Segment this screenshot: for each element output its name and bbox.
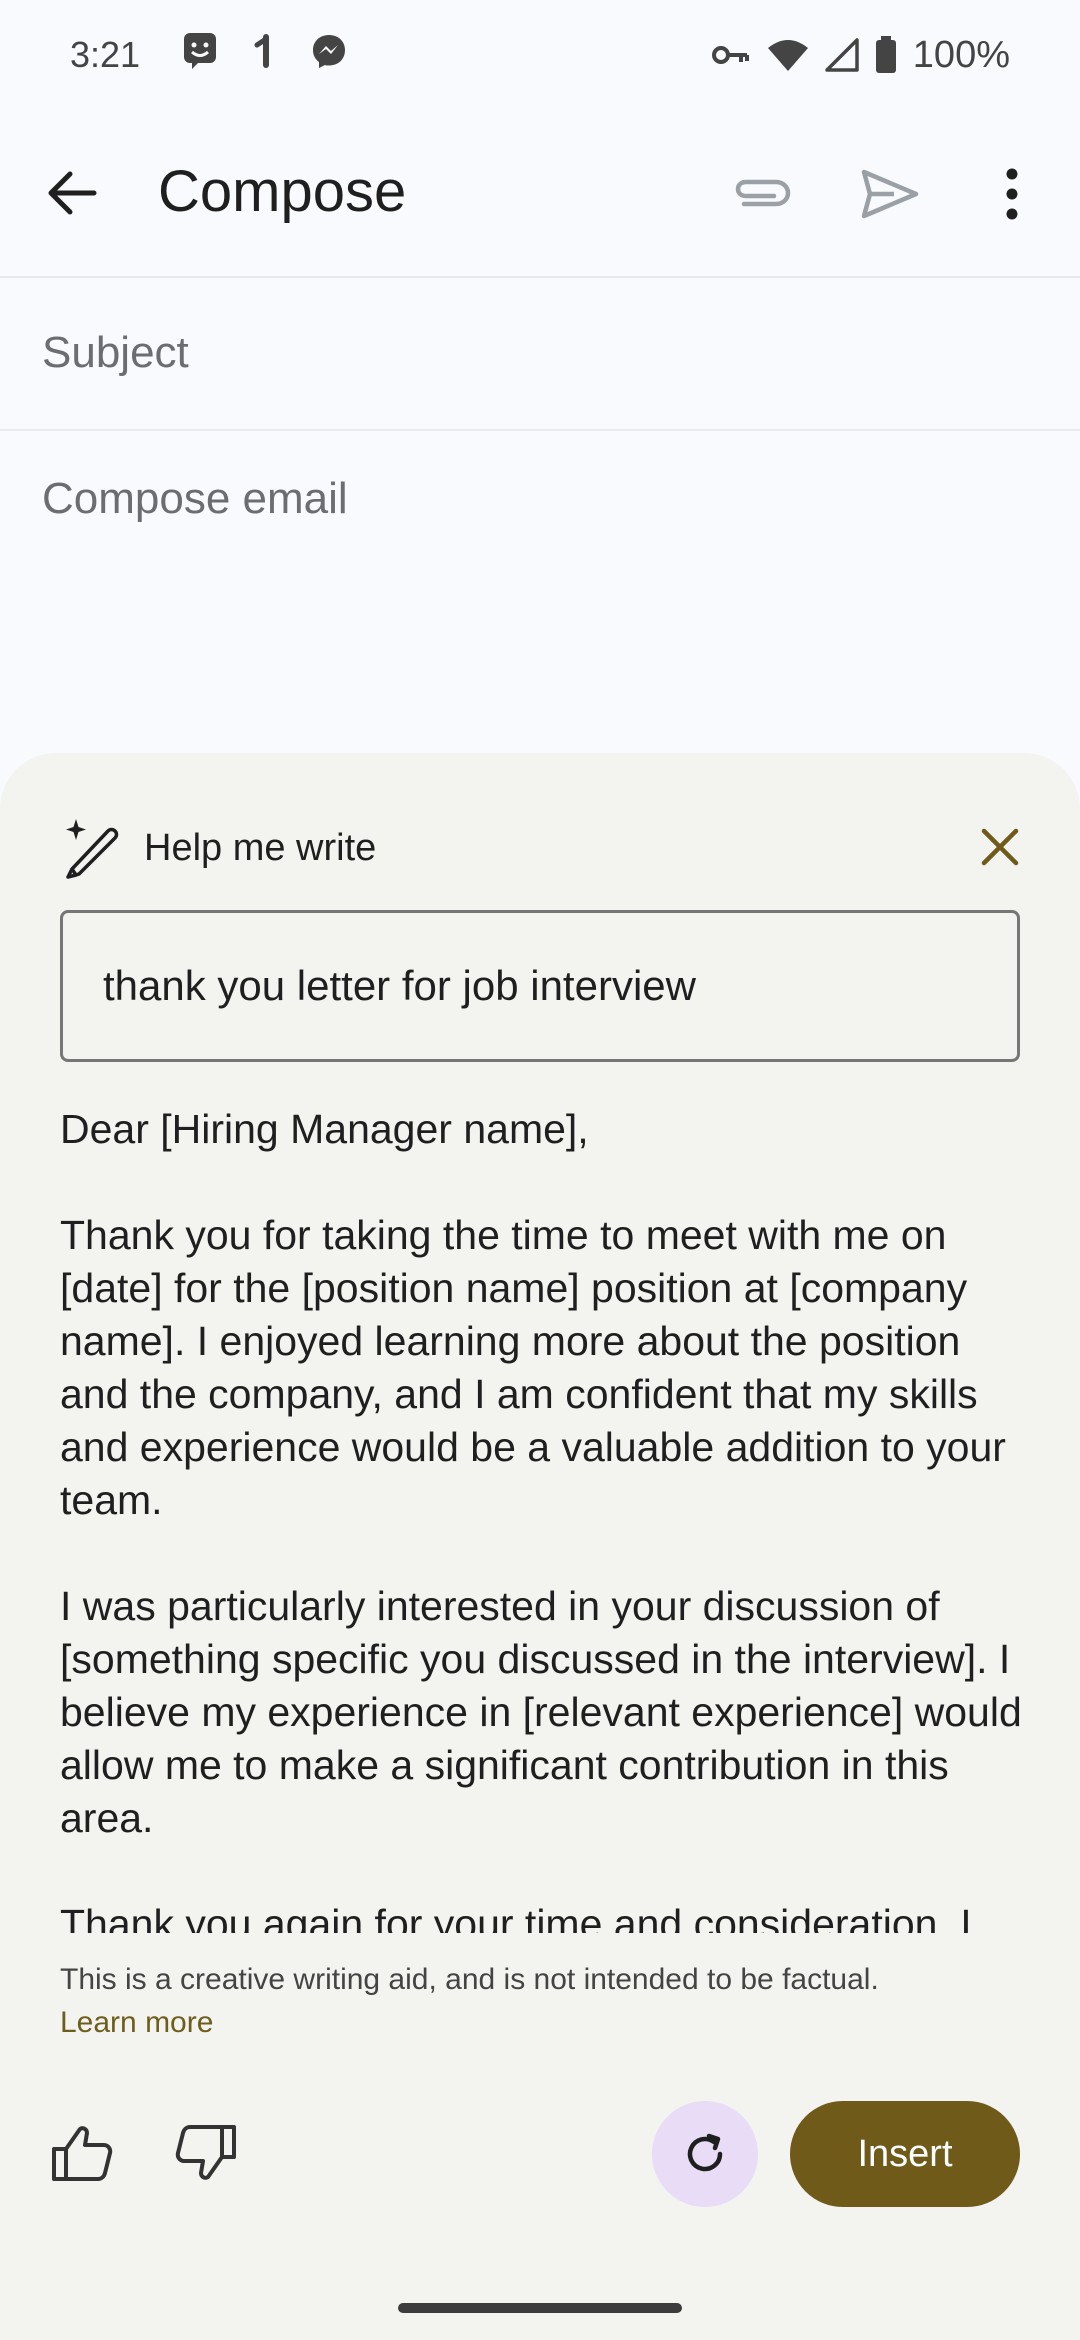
chat-app-icon xyxy=(182,31,218,80)
app-bar: Compose xyxy=(0,110,1080,276)
draft-text: Dear [Hiring Manager name], Thank you fo… xyxy=(60,1103,1030,1933)
learn-more-link[interactable]: Learn more xyxy=(60,2006,213,2040)
compose-body-input[interactable]: Compose email xyxy=(42,474,348,524)
insert-button[interactable]: Insert xyxy=(790,2101,1020,2207)
more-options-button[interactable] xyxy=(992,162,1032,226)
thumb-down-icon xyxy=(175,2125,236,2180)
help-me-write-sheet: Help me write thank you letter for job i… xyxy=(0,753,1080,2340)
send-button[interactable] xyxy=(858,162,922,226)
disclaimer-text: This is a creative writing aid, and is n… xyxy=(60,1963,879,1996)
status-bar: 3:21 100% xyxy=(0,0,1080,110)
sheet-title: Help me write xyxy=(144,826,377,869)
subject-input[interactable]: Subject xyxy=(42,328,189,378)
pen-sparkle-icon xyxy=(66,819,119,879)
home-indicator[interactable] xyxy=(398,2303,682,2313)
page-title: Compose xyxy=(158,159,407,224)
back-button[interactable] xyxy=(44,165,100,221)
sheet-header: Help me write xyxy=(60,813,376,883)
wifi-icon xyxy=(767,38,809,72)
refresh-icon xyxy=(687,2133,723,2172)
cell-signal-icon xyxy=(825,38,859,72)
notification-icon xyxy=(252,33,276,78)
thumb-down-button[interactable] xyxy=(174,2121,238,2185)
divider xyxy=(0,276,1080,278)
send-icon xyxy=(861,169,919,219)
draft-paragraph: Thank you again for your time and consid… xyxy=(60,1901,972,1933)
more-vert-icon xyxy=(1006,168,1018,220)
close-icon xyxy=(981,828,1019,866)
close-button[interactable] xyxy=(978,825,1022,869)
draft-paragraph: Thank you for taking the time to meet wi… xyxy=(60,1212,1006,1523)
draft-paragraph: Dear [Hiring Manager name], xyxy=(60,1106,589,1152)
draft-paragraph: I was particularly interested in your di… xyxy=(60,1583,1022,1841)
attach-button[interactable] xyxy=(730,162,794,226)
thumb-up-button[interactable] xyxy=(50,2121,114,2185)
status-time: 3:21 xyxy=(70,34,141,75)
prompt-input[interactable]: thank you letter for job interview xyxy=(60,910,1020,1062)
regenerate-button[interactable] xyxy=(652,2101,758,2207)
divider xyxy=(0,429,1080,431)
battery-icon xyxy=(875,36,897,74)
battery-percentage: 100% xyxy=(912,33,1010,76)
vpn-key-icon xyxy=(711,42,751,68)
paperclip-icon xyxy=(735,179,791,207)
messenger-icon xyxy=(310,32,348,79)
thumb-up-icon xyxy=(52,2126,113,2181)
back-arrow-icon xyxy=(48,171,97,215)
